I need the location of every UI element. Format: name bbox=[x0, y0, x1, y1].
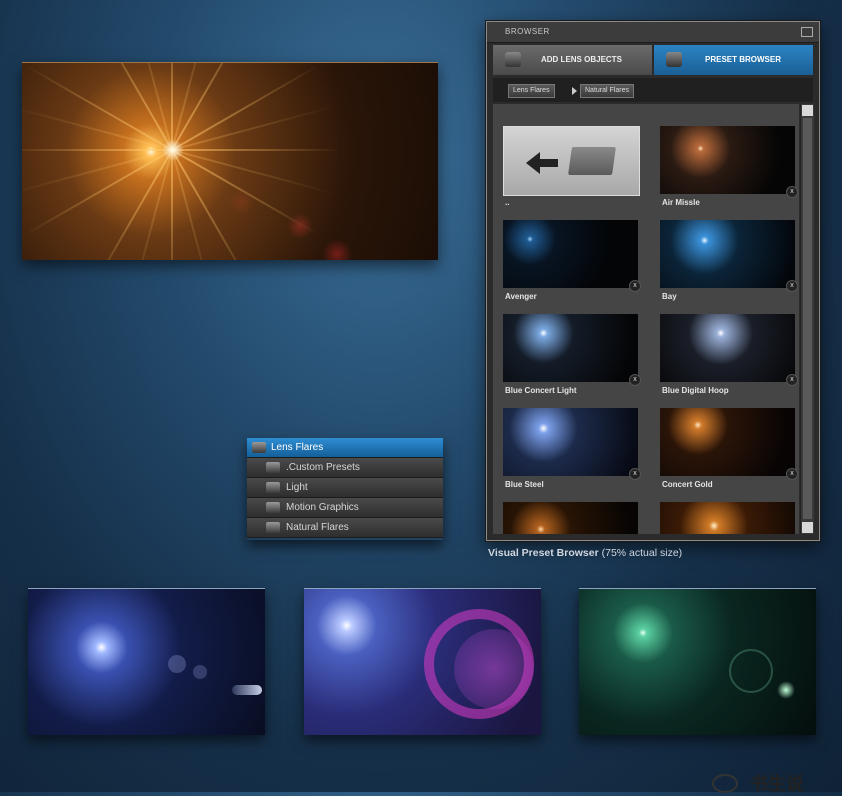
wechat-icon bbox=[712, 774, 738, 793]
preset-tile-avenger[interactable] bbox=[503, 220, 638, 288]
scroll-thumb[interactable] bbox=[803, 118, 812, 519]
tree-item-label: Motion Graphics bbox=[286, 502, 359, 513]
preset-folder-tree: Lens Flares .Custom Presets Light Motion… bbox=[247, 438, 443, 540]
sample-flare-violet-halo bbox=[304, 588, 541, 735]
preset-label: Air Missle bbox=[662, 198, 700, 207]
preset-label: Bay bbox=[662, 292, 677, 301]
hero-flare-preview bbox=[22, 62, 438, 260]
tree-item-natural-flares[interactable]: Natural Flares bbox=[247, 518, 443, 538]
preset-label: .. bbox=[505, 198, 510, 207]
preset-tile-concert-gold[interactable] bbox=[660, 408, 795, 476]
tab-add-lens-objects[interactable]: ADD LENS OBJECTS bbox=[493, 45, 652, 75]
preset-tile-parent-folder[interactable] bbox=[503, 126, 640, 196]
scroll-down-icon[interactable] bbox=[802, 522, 813, 533]
preset-label: Blue Digital Hoop bbox=[662, 386, 729, 395]
scroll-up-icon[interactable] bbox=[802, 105, 813, 116]
tree-item-motion-graphics[interactable]: Motion Graphics bbox=[247, 498, 443, 518]
preset-tile-blue-digital-hoop[interactable] bbox=[660, 314, 795, 382]
breadcrumb-lens-flares[interactable]: Lens Flares bbox=[508, 84, 555, 98]
watermark-text: 书生说 bbox=[750, 774, 804, 794]
browser-caption: Visual Preset Browser (75% actual size) bbox=[488, 547, 682, 559]
preset-tile-bay[interactable] bbox=[660, 220, 795, 288]
tree-item-label: .Custom Presets bbox=[286, 462, 360, 473]
remove-preset-icon[interactable]: x bbox=[629, 374, 641, 386]
preset-tile-partial[interactable] bbox=[660, 502, 795, 534]
preset-tile-blue-concert-light[interactable] bbox=[503, 314, 638, 382]
preset-label: Concert Gold bbox=[662, 480, 713, 489]
preset-label: Blue Concert Light bbox=[505, 386, 577, 395]
remove-preset-icon[interactable]: x bbox=[786, 374, 798, 386]
preset-browser-panel: BROWSER ADD LENS OBJECTS PRESET BROWSER … bbox=[486, 21, 820, 541]
folder-icon bbox=[568, 147, 616, 175]
preset-label: Blue Steel bbox=[505, 480, 544, 489]
back-arrow-shaft bbox=[540, 159, 558, 167]
remove-preset-icon[interactable]: x bbox=[629, 280, 641, 292]
browser-titlebar: BROWSER bbox=[487, 22, 819, 43]
preset-label: Avenger bbox=[505, 292, 537, 301]
preset-icon bbox=[666, 52, 682, 67]
folder-icon bbox=[266, 462, 280, 473]
preset-tile-air-missle[interactable] bbox=[660, 126, 795, 194]
breadcrumb-arrow-icon bbox=[572, 87, 577, 95]
folder-icon bbox=[266, 522, 280, 533]
tree-item-label: Natural Flares bbox=[286, 522, 349, 533]
lens-object-icon bbox=[505, 52, 521, 67]
tree-item-lens-flares[interactable]: Lens Flares bbox=[247, 438, 443, 458]
tab-preset-browser-label: PRESET BROWSER bbox=[705, 55, 782, 64]
preset-grid: .. x Air Missle x Avenger x Bay x Blue C… bbox=[493, 104, 799, 534]
preset-tile-partial[interactable] bbox=[503, 502, 638, 534]
folder-icon bbox=[266, 502, 280, 513]
tree-item-light[interactable]: Light bbox=[247, 478, 443, 498]
caption-title: Visual Preset Browser bbox=[488, 547, 599, 559]
tab-add-lens-objects-label: ADD LENS OBJECTS bbox=[541, 55, 622, 64]
remove-preset-icon[interactable]: x bbox=[786, 468, 798, 480]
caption-note: (75% actual size) bbox=[598, 547, 683, 559]
sample-flare-blue-star bbox=[28, 588, 265, 735]
back-arrow-icon bbox=[526, 152, 540, 174]
tree-item-custom-presets[interactable]: .Custom Presets bbox=[247, 458, 443, 478]
sample-flare-green bbox=[579, 588, 816, 735]
folder-icon bbox=[252, 442, 266, 453]
breadcrumb: Lens Flares Natural Flares bbox=[493, 78, 813, 102]
tree-item-label: Lens Flares bbox=[271, 442, 324, 453]
breadcrumb-natural-flares[interactable]: Natural Flares bbox=[580, 84, 634, 98]
browser-title: BROWSER bbox=[505, 27, 550, 36]
remove-preset-icon[interactable]: x bbox=[786, 280, 798, 292]
tab-preset-browser[interactable]: PRESET BROWSER bbox=[654, 45, 813, 75]
preset-scrollbar[interactable] bbox=[800, 104, 814, 534]
folder-icon bbox=[266, 482, 280, 493]
remove-preset-icon[interactable]: x bbox=[629, 468, 641, 480]
preset-tile-blue-steel[interactable] bbox=[503, 408, 638, 476]
tree-item-label: Light bbox=[286, 482, 308, 493]
undock-window-icon[interactable] bbox=[801, 27, 813, 37]
remove-preset-icon[interactable]: x bbox=[786, 186, 798, 198]
